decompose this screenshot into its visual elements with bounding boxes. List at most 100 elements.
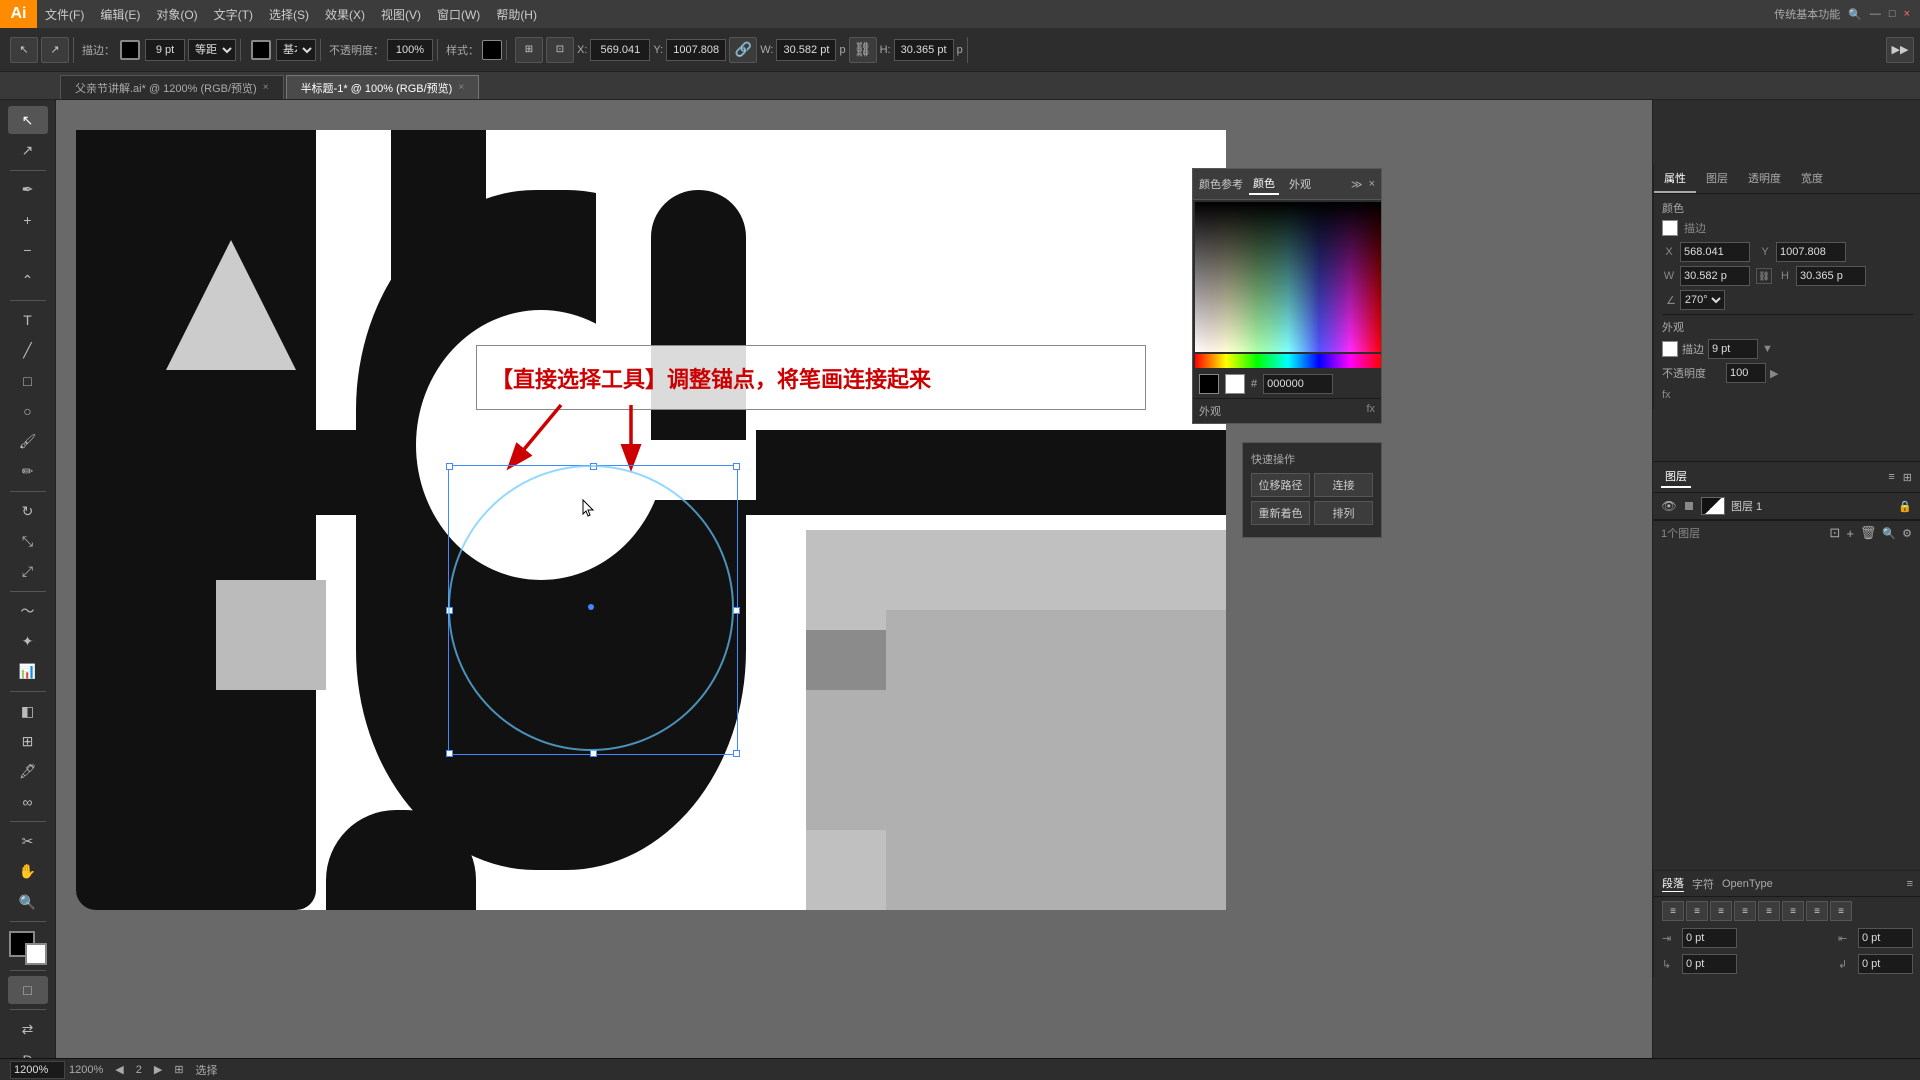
transform-btn[interactable]: ⊡ — [546, 37, 574, 63]
color-gradient-picker[interactable] — [1195, 202, 1381, 352]
menu-help[interactable]: 帮助(H) — [488, 0, 545, 28]
last-line-indent[interactable] — [1858, 954, 1913, 974]
menu-effect[interactable]: 效果(X) — [317, 0, 373, 28]
cp-tab-appearance[interactable]: 外观 — [1285, 174, 1315, 194]
cp-close-icon[interactable]: × — [1369, 178, 1375, 190]
align-force-btn[interactable]: ≡ — [1758, 901, 1780, 921]
add-anchor-tool[interactable]: + — [8, 206, 48, 234]
opacity-input[interactable] — [387, 39, 433, 61]
align-last-l[interactable]: ≡ — [1782, 901, 1804, 921]
props-tab-transparency[interactable]: 透明度 — [1738, 165, 1791, 193]
typo-menu-icon[interactable]: ≡ — [1907, 878, 1913, 890]
new-sublayer-btn[interactable]: + — [1846, 526, 1854, 541]
fill-swatch[interactable] — [251, 40, 271, 60]
delete-layer-btn[interactable]: 🗑 — [1860, 525, 1877, 541]
handle-bc[interactable] — [590, 750, 597, 757]
align-last-r[interactable]: ≡ — [1830, 901, 1852, 921]
shear-tool[interactable]: ⤢ — [8, 558, 48, 586]
zoom-input[interactable] — [10, 1061, 65, 1079]
layer-vis-icon[interactable]: 👁 — [1661, 498, 1677, 514]
blend-tool[interactable]: ∞ — [8, 788, 48, 816]
layers-search-btn[interactable]: 🔍 — [1882, 527, 1896, 540]
connect-btn[interactable]: 连接 — [1314, 473, 1373, 497]
angle-select[interactable]: 270° — [1680, 290, 1725, 310]
canvas-area[interactable]: 【直接选择工具】调整锚点，将笔画连接起来 — [56, 100, 1652, 1080]
layers-header-tab[interactable]: 图层 — [1661, 466, 1691, 488]
direct-select-btn[interactable]: ↗ — [41, 37, 69, 63]
props-tab-layers[interactable]: 图层 — [1696, 165, 1738, 193]
tab-close-0[interactable]: × — [263, 82, 269, 93]
opacity-prop-field[interactable] — [1726, 363, 1766, 383]
align-center-btn[interactable]: ≡ — [1686, 901, 1708, 921]
right-indent[interactable] — [1858, 928, 1913, 948]
link-xy-btn[interactable]: ⛓ — [849, 37, 877, 63]
x-input[interactable] — [590, 39, 650, 61]
pen-tool[interactable]: ✒ — [8, 176, 48, 204]
opentype-tab[interactable]: OpenType — [1722, 878, 1773, 890]
window-minimize[interactable]: — — [1870, 8, 1881, 20]
menu-text[interactable]: 文字(T) — [206, 0, 261, 28]
cp-tab-color[interactable]: 颜色 — [1249, 173, 1279, 195]
selection-tool[interactable]: ↖ — [8, 106, 48, 134]
eyedropper-tool[interactable]: 🖋 — [8, 758, 48, 786]
handle-tl[interactable] — [446, 463, 453, 470]
menu-file[interactable]: 文件(F) — [37, 0, 92, 28]
stroke-fill-sw[interactable] — [1662, 341, 1678, 357]
zoom-tool[interactable]: 🔍 — [8, 888, 48, 916]
props-tab-properties[interactable]: 属性 — [1654, 165, 1696, 193]
delete-anchor-tool[interactable]: − — [8, 236, 48, 264]
para-tab[interactable]: 段落 — [1662, 875, 1684, 892]
layer-lock-icon[interactable]: 🔒 — [1898, 500, 1912, 513]
style-swatch[interactable] — [482, 40, 502, 60]
mesh-tool[interactable]: ⊞ — [8, 727, 48, 755]
hue-slider[interactable] — [1195, 354, 1381, 368]
h-input[interactable] — [894, 39, 954, 61]
window-maximize[interactable]: □ — [1889, 8, 1896, 20]
menu-object[interactable]: 对象(O) — [148, 0, 205, 28]
artboard-nav[interactable]: ⊞ — [174, 1063, 183, 1076]
nav-prev[interactable]: ◀ — [115, 1063, 123, 1076]
fill-type-select[interactable]: 基本 — [276, 39, 316, 61]
handle-tr[interactable] — [733, 463, 740, 470]
direct-selection-tool[interactable]: ↗ — [8, 136, 48, 164]
stroke-indicator[interactable] — [1662, 220, 1678, 236]
align-left-btn[interactable]: ≡ — [1662, 901, 1684, 921]
screen-mode-btn[interactable]: □ — [8, 976, 48, 1004]
gradient-tool[interactable]: ◧ — [8, 697, 48, 725]
window-close[interactable]: × — [1904, 8, 1910, 20]
tab-1[interactable]: 半标题-1* @ 100% (RGB/预览) × — [286, 75, 480, 99]
paintbrush-tool[interactable]: 🖌 — [8, 427, 48, 455]
tab-close-1[interactable]: × — [458, 82, 464, 93]
layer-item-1[interactable]: 👁 图层 1 🔒 — [1653, 493, 1920, 520]
first-line-indent[interactable] — [1682, 954, 1737, 974]
recolor-btn[interactable]: 重新着色 — [1251, 501, 1310, 525]
line-tool[interactable]: ╱ — [8, 336, 48, 364]
menu-edit[interactable]: 编辑(E) — [92, 0, 148, 28]
color-swatches[interactable] — [9, 931, 47, 965]
fg-color-swatch[interactable] — [1199, 374, 1219, 394]
handle-bl[interactable] — [446, 750, 453, 757]
y-field[interactable] — [1776, 242, 1846, 262]
align-right-btn[interactable]: ≡ — [1710, 901, 1732, 921]
bg-color-swatch[interactable] — [1225, 374, 1245, 394]
align-btn[interactable]: ⊞ — [515, 37, 543, 63]
align-last-c[interactable]: ≡ — [1806, 901, 1828, 921]
layer-name[interactable]: 图层 1 — [1731, 498, 1892, 514]
layers-expand-icon[interactable]: ⊞ — [1903, 471, 1912, 484]
stroke-width-input[interactable] — [145, 39, 185, 61]
stroke-type-select[interactable]: 等距 — [188, 39, 236, 61]
w-field[interactable] — [1680, 266, 1750, 286]
tab-0[interactable]: 父亲节讲解.ai* @ 1200% (RGB/预览) × — [60, 75, 284, 99]
rect-tool[interactable]: □ — [8, 367, 48, 395]
ellipse-tool[interactable]: ○ — [8, 397, 48, 425]
warp-tool[interactable]: 〜 — [8, 597, 48, 625]
menu-window[interactable]: 窗口(W) — [429, 0, 488, 28]
handle-mr[interactable] — [733, 607, 740, 614]
menu-view[interactable]: 视图(V) — [373, 0, 429, 28]
props-tab-width[interactable]: 宽度 — [1791, 165, 1833, 193]
background-color[interactable] — [25, 943, 47, 965]
menu-select[interactable]: 选择(S) — [261, 0, 317, 28]
swap-colors-btn[interactable]: ⇄ — [8, 1015, 48, 1043]
stroke-swatch[interactable] — [120, 40, 140, 60]
link-wh-btn[interactable]: 🔗 — [729, 37, 757, 63]
